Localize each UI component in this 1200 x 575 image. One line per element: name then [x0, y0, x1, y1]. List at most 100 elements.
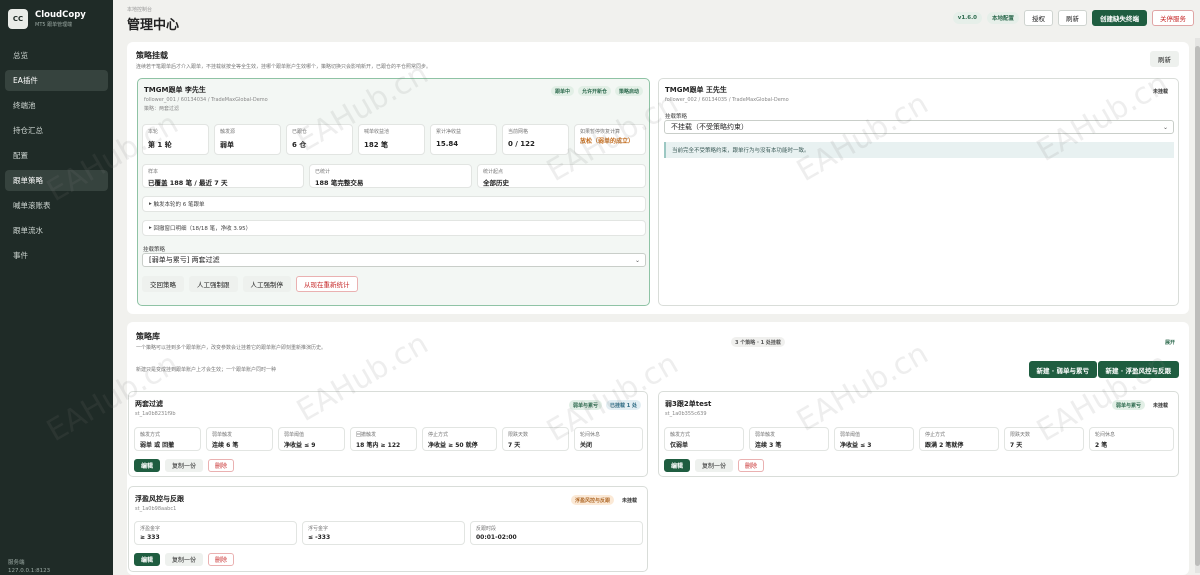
stat-label: 弱单触发 [755, 432, 776, 438]
strategy-label: 挂载策略 [143, 247, 166, 253]
stop-service-button[interactable]: 关停服务 [1152, 10, 1194, 26]
attached-count-badge: 已挂载 1 处 [606, 400, 641, 410]
s2-stat: 轮间休息 2 笔 [1089, 427, 1174, 451]
stat-start-point: 统计起点 全部历史 [477, 164, 646, 188]
attach-refresh-button[interactable]: 刷新 [1150, 51, 1179, 67]
strategy-label: 挂载策略 [665, 114, 688, 120]
stat-value: 15.84 [436, 140, 459, 148]
expand-link[interactable]: 展开 [1161, 337, 1179, 347]
brand-sub: MT5 跟单管理端 [35, 22, 73, 28]
s2-stat: 触发方式 仅弱单 [664, 427, 744, 451]
delete-button[interactable]: 删除 [208, 459, 235, 472]
account-card-1: TMGM跟单 李先生 follower_001 / 60134034 / Tra… [137, 78, 650, 306]
s1-stat: 停止方式 净收益 ≥ 50 就停 [422, 427, 497, 451]
s2-stat: 停止方式 跟满 2 笔就停 [919, 427, 999, 451]
strategy-select-value: 不挂载（不受策略约束） [671, 123, 748, 131]
return-strategy-button[interactable]: 交回策略 [142, 276, 184, 292]
scrollbar-thumb[interactable] [1195, 46, 1200, 566]
chevron-down-icon: ⌄ [1162, 124, 1168, 131]
brand: CC CloudCopy MT5 跟单管理端 [0, 0, 113, 37]
nav-events[interactable]: 事件 [5, 245, 108, 266]
stat-label: 限跌天数 [1010, 432, 1031, 438]
strategy-select[interactable]: 不挂载（不受策略约束） ⌄ [664, 120, 1174, 134]
stat-value: 净收益 ≥ 50 就停 [428, 442, 478, 449]
force-stop-button[interactable]: 人工强制停 [242, 276, 291, 292]
account-card-2: TMGM跟单 王先生 follower_002 / 60134035 / Tra… [658, 78, 1179, 306]
stat-label: 本轮 [148, 129, 159, 135]
strategy-on-badge: 策略启动 [614, 86, 643, 96]
library-note: 新建只是变成挂到跟单账户上才会生效；一个跟单账户同时一种 [136, 367, 277, 373]
library-title: 策略库 [136, 332, 160, 341]
edit-button[interactable]: 编辑 [134, 459, 161, 472]
edit-button[interactable]: 编辑 [134, 553, 161, 566]
s1-stat: 回撤触发 18 笔内 ≥ 122 [350, 427, 417, 451]
stat-label: 弱单触发 [212, 432, 233, 438]
drawdown-detail-row[interactable]: ▸ 回撤窗口明细（18/18 笔，净收 3.95） [142, 220, 646, 236]
nav-copy-strategy[interactable]: 跟单策略 [5, 170, 108, 191]
stat-value: ≤ -333 [308, 534, 331, 541]
stat-label: 触发源 [220, 129, 236, 135]
stat-value: 关闭 [580, 442, 593, 449]
duplicate-button[interactable]: 复制一份 [165, 459, 204, 472]
trigger-orders-row[interactable]: ▸ 触发本轮的 6 笔跟单 [142, 196, 646, 212]
stat-label: 反跟时段 [476, 526, 497, 532]
account-id: follower_002 / 60134035 / TradeMaxGlobal… [665, 97, 789, 103]
nav-signal-ledger[interactable]: 喊单滚账表 [5, 195, 108, 216]
stat-label: 限跌天数 [508, 432, 529, 438]
restart-stats-button[interactable]: 从现在重新统计 [296, 276, 358, 292]
stat-value: 188 笔完整交易 [315, 179, 364, 187]
stat-value: 2 笔 [1095, 442, 1108, 449]
nav-ea-plugin[interactable]: EA插件 [5, 70, 108, 91]
stat-value: 连续 6 笔 [212, 442, 239, 449]
s2-stat: 弱单阈值 净收益 ≤ 3 [834, 427, 914, 451]
strategy-select-value: [弱单与累亏] 两套过滤 [149, 256, 220, 264]
duplicate-button[interactable]: 复制一份 [695, 459, 734, 472]
stat-label: 累计净收益 [436, 129, 462, 135]
stat-label: 触发方式 [140, 432, 161, 438]
brand-logo: CC [8, 9, 28, 29]
refresh-button[interactable]: 刷新 [1058, 10, 1087, 26]
stat-label: 停止方式 [925, 432, 946, 438]
nav-terminal-pool[interactable]: 终端池 [5, 95, 108, 116]
stat-label: 样本 [148, 169, 159, 175]
server-address: 127.0.0.1:8123 [8, 568, 51, 574]
stat-value: 仅弱单 [670, 442, 689, 449]
stat-followed: 已跟仓 6 仓 [286, 124, 353, 155]
nav-positions[interactable]: 持仓汇总 [5, 120, 108, 141]
delete-button[interactable]: 删除 [208, 553, 235, 566]
account-id: follower_001 / 60134034 / TradeMaxGlobal… [144, 97, 268, 103]
stat-signal-pool: 喊单收益池 182 笔 [358, 124, 425, 155]
nav-overview[interactable]: 总览 [5, 45, 108, 66]
auth-button[interactable]: 授权 [1024, 10, 1053, 26]
strategy-type-badge: 弱单与累亏 [1111, 400, 1145, 410]
nav-copy-flow[interactable]: 跟单流水 [5, 220, 108, 241]
allow-open-badge: 允许开新仓 [577, 86, 611, 96]
brand-name: CloudCopy [35, 10, 86, 20]
stat-resume-calc: 如果暂停恢复计算 放松（弱单的成立） [574, 124, 646, 155]
main: 本地控制台 管理中心 v1.6.0 本地配置 授权 刷新 创建缺失终端 关停服务… [113, 0, 1200, 575]
strategy-library-panel: 策略库 一个策略可以挂到多个跟单账户，改变参数会让挂着它的跟单账户即刻重新推演历… [127, 322, 1189, 575]
delete-button[interactable]: 删除 [738, 459, 765, 472]
copying-badge: 跟单中 [550, 86, 574, 96]
unattached-badge: 未挂载 [1152, 402, 1168, 409]
force-follow-button[interactable]: 人工强制跟 [189, 276, 238, 292]
create-terminal-button[interactable]: 创建缺失终端 [1092, 10, 1147, 26]
strategy-card-3: 浮盈风控与反跟 st_1a0b98aabc1 浮盈风控与反跟 未挂载 浮盈金字 ≥… [128, 486, 648, 572]
stat-net-profit: 累计净收益 15.84 [430, 124, 497, 155]
new-float-risk-button[interactable]: 新建 · 浮盈风控与反跟 [1097, 361, 1179, 378]
duplicate-button[interactable]: 复制一份 [165, 553, 204, 566]
stat-value: 连续 3 笔 [755, 442, 782, 449]
stat-grid: 当前网格 0 / 122 [502, 124, 569, 155]
stat-label: 喊单收益池 [364, 129, 390, 135]
stat-label: 浮亏金字 [308, 526, 329, 532]
new-weak-loss-button[interactable]: 新建 · 弱单与累亏 [1028, 361, 1097, 378]
s1-stat: 弱单触发连续 6 笔 [206, 427, 273, 451]
nav-config[interactable]: 配置 [5, 145, 108, 166]
edit-button[interactable]: 编辑 [664, 459, 691, 472]
strategy-name: 浮盈风控与反跟 [135, 495, 184, 503]
strategy-select[interactable]: [弱单与累亏] 两套过滤 ⌄ [142, 253, 646, 267]
stat-label: 统计起点 [483, 169, 504, 175]
page-scrollbar[interactable] [1195, 38, 1200, 573]
stat-label: 已统计 [315, 169, 331, 175]
stat-value: 弱单 或 回撤 [140, 442, 175, 449]
